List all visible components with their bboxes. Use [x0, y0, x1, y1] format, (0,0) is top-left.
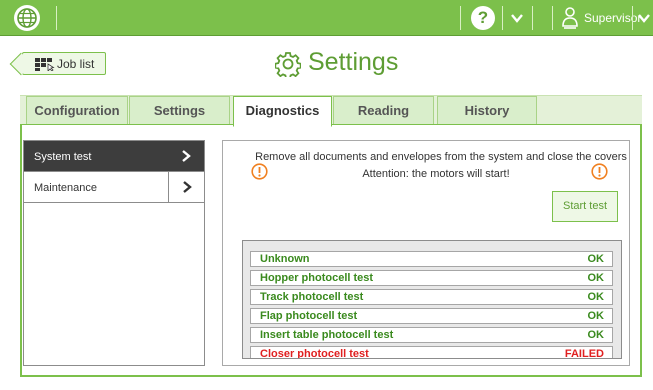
job-list-label: Job list	[57, 57, 95, 71]
test-status: OK	[587, 310, 605, 322]
test-result-row: Track photocell test OK	[250, 289, 613, 305]
side-nav: System test Maintenance	[23, 140, 205, 366]
job-list-icon	[35, 58, 55, 71]
test-name: Insert table photocell test	[260, 329, 394, 341]
test-result-row: Closer photocell test FAILED	[250, 346, 613, 359]
sidenav-item-label: System test	[34, 151, 92, 163]
sidenav-item-label: Maintenance	[34, 182, 97, 194]
tab-reading[interactable]: Reading	[333, 96, 434, 124]
start-test-button[interactable]: Start test	[552, 191, 618, 222]
chevron-down-icon[interactable]	[637, 11, 651, 25]
tab-diagnostics[interactable]: Diagnostics	[233, 96, 332, 127]
test-result-row: Flap photocell test OK	[250, 308, 613, 324]
chevron-right-icon	[168, 141, 204, 171]
test-status: OK	[587, 272, 605, 284]
tab-configuration[interactable]: Configuration	[26, 96, 128, 124]
test-name: Unknown	[260, 253, 310, 265]
divider	[532, 6, 533, 30]
warning-icon	[591, 163, 608, 180]
page-title: Settings	[308, 48, 399, 76]
divider	[502, 6, 503, 30]
test-name: Track photocell test	[260, 291, 364, 303]
chevron-down-icon[interactable]	[510, 11, 524, 25]
test-status: FAILED	[564, 348, 604, 359]
test-result-row: Insert table photocell test OK	[250, 327, 613, 343]
globe-icon[interactable]	[14, 5, 40, 31]
test-name: Closer photocell test	[260, 348, 369, 359]
tab-history[interactable]: History	[437, 96, 537, 124]
job-list-button[interactable]: Job list	[22, 52, 106, 75]
chevron-right-icon	[168, 172, 204, 202]
test-status: OK	[587, 329, 605, 341]
sidenav-item-maintenance[interactable]: Maintenance	[24, 172, 204, 203]
test-status: OK	[587, 253, 605, 265]
warning-icon	[251, 163, 268, 180]
test-name: Flap photocell test	[260, 310, 358, 322]
attention-text: Attention: the motors will start!	[362, 168, 510, 180]
tab-settings[interactable]: Settings	[129, 96, 230, 124]
user-icon	[562, 7, 578, 29]
divider	[632, 6, 633, 30]
test-result-row: Unknown OK	[250, 251, 613, 267]
gear-icon	[275, 52, 301, 77]
top-bar: ? Supervisor	[0, 0, 653, 36]
test-result-row: Hopper photocell test OK	[250, 270, 613, 286]
test-name: Hopper photocell test	[260, 272, 374, 284]
divider	[460, 6, 461, 30]
divider	[552, 6, 553, 30]
help-icon[interactable]: ?	[471, 6, 495, 30]
sidenav-item-system-test[interactable]: System test	[24, 141, 204, 172]
test-status: OK	[587, 291, 605, 303]
divider	[56, 6, 57, 30]
test-results-list[interactable]: Unknown OK Hopper photocell test OK Trac…	[242, 240, 622, 359]
instruction-text: Remove all documents and envelopes from …	[255, 151, 627, 163]
